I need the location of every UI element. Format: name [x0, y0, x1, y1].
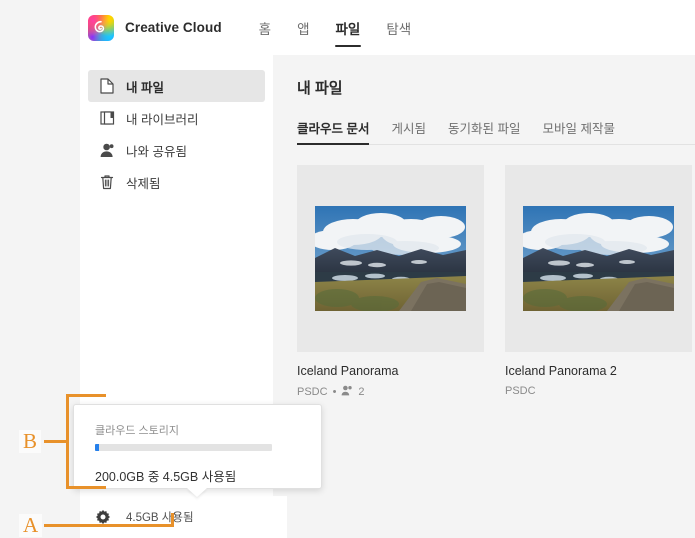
- file-grid: Iceland Panorama PSDC • 2 Iceland Panora…: [297, 165, 695, 399]
- meta-separator: •: [332, 386, 337, 398]
- sidebar-item-label: 내 파일: [126, 80, 164, 95]
- sidebar-item-my-libraries[interactable]: 내 라이브러리: [88, 102, 265, 134]
- file-meta: PSDC • 2: [297, 385, 484, 399]
- status-bar: 4.5GB 사용됨: [80, 496, 287, 538]
- annotation-b-leader: [44, 440, 68, 443]
- nav-item-files[interactable]: 파일: [323, 0, 374, 55]
- cloud-storage-tooltip: 클라우드 스토리지 200.0GB 중 4.5GB 사용됨: [73, 404, 322, 489]
- nav-item-discover[interactable]: 탐색: [373, 0, 424, 55]
- top-navigation-bar: Creative Cloud 홈 앱 파일 탐색: [80, 0, 695, 56]
- person-icon: [99, 142, 115, 158]
- sidebar-item-label: 내 라이브러리: [126, 112, 199, 127]
- file-format: PSDC: [297, 386, 328, 398]
- storage-progress-fill: [95, 444, 99, 451]
- file-thumbnail[interactable]: [297, 165, 484, 352]
- nav-item-list: 홈 앱 파일 탐색: [246, 0, 425, 55]
- creative-cloud-logo-icon: [88, 14, 114, 41]
- tab-bar: 클라우드 문서 게시됨 동기화된 파일 모바일 제작물: [297, 118, 695, 145]
- tab-published[interactable]: 게시됨: [391, 118, 426, 144]
- storage-progress-track: [95, 444, 272, 451]
- sidebar-item-shared-with-me[interactable]: 나와 공유됨: [88, 134, 265, 166]
- tooltip-title: 클라우드 스토리지: [95, 425, 180, 437]
- file-name: Iceland Panorama: [297, 364, 399, 378]
- annotation-a-horizontal: [44, 524, 174, 527]
- tab-mobile-creations[interactable]: 모바일 제작물: [542, 118, 614, 144]
- people-icon: [341, 385, 353, 399]
- sidebar-item-label: 나와 공유됨: [126, 144, 187, 159]
- annotation-b-top-arm: [66, 394, 106, 397]
- sidebar-item-deleted[interactable]: 삭제됨: [88, 166, 265, 198]
- file-name: Iceland Panorama 2: [505, 364, 617, 378]
- trash-icon: [99, 174, 115, 190]
- storage-status-button[interactable]: 4.5GB 사용됨: [126, 509, 194, 525]
- iceland-landscape-photo: [523, 206, 674, 311]
- file-thumbnail[interactable]: [505, 165, 692, 352]
- brand-name: Creative Cloud: [125, 20, 222, 35]
- file-meta: PSDC: [505, 385, 692, 397]
- tab-cloud-documents[interactable]: 클라우드 문서: [297, 118, 370, 145]
- tooltip-detail: 200.0GB 중 4.5GB 사용됨: [95, 470, 237, 484]
- tab-synced-files[interactable]: 동기화된 파일: [448, 118, 520, 144]
- shared-count: 2: [358, 386, 365, 398]
- sidebar-item-label: 삭제됨: [126, 176, 161, 191]
- annotation-a-label: A: [19, 514, 43, 537]
- page-title: 내 파일: [297, 80, 343, 97]
- annotation-b-label: B: [19, 430, 42, 453]
- sidebar-item-my-files[interactable]: 내 파일: [88, 70, 265, 102]
- nav-item-apps[interactable]: 앱: [284, 0, 322, 55]
- main-content: 내 파일 클라우드 문서 게시됨 동기화된 파일 모바일 제작물 Iceland…: [273, 55, 695, 538]
- file-card[interactable]: Iceland Panorama 2 PSDC: [505, 165, 692, 399]
- library-stack-icon: [99, 110, 115, 126]
- annotation-a-vertical: [171, 513, 174, 527]
- file-format: PSDC: [505, 385, 536, 397]
- file-card[interactable]: Iceland Panorama PSDC • 2: [297, 165, 484, 399]
- document-icon: [99, 78, 115, 94]
- annotation-b-bottom-arm: [66, 486, 106, 489]
- nav-item-home[interactable]: 홈: [246, 0, 284, 55]
- iceland-landscape-photo: [315, 206, 466, 311]
